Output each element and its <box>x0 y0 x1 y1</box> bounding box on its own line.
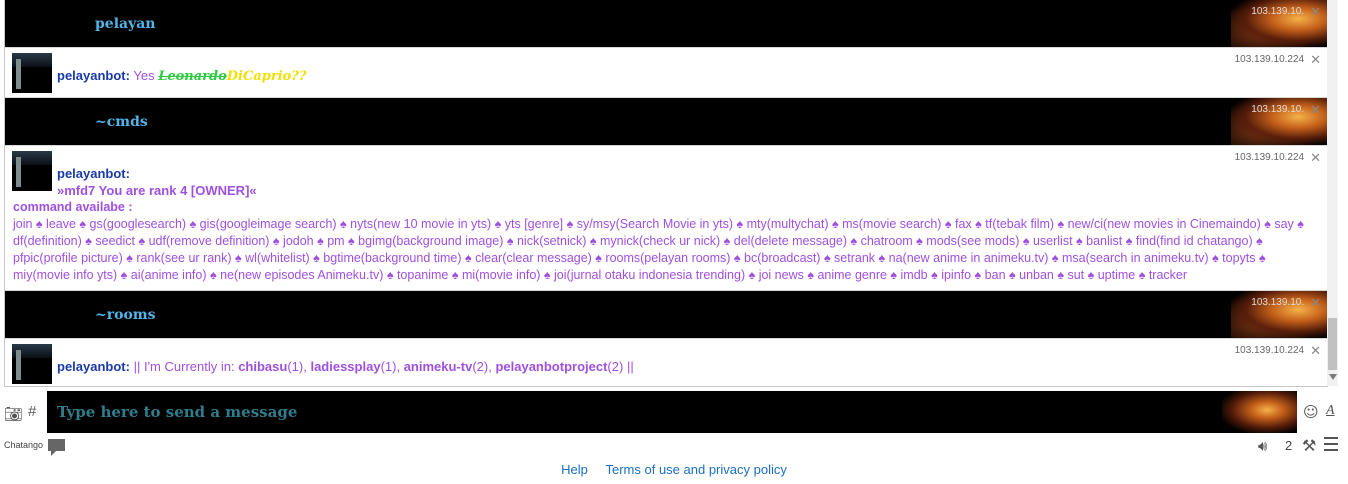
fancy-text-dicaprio: DiCaprio?? <box>226 69 307 84</box>
message-pelayan: pelayan 103.139.10. ✕ <box>5 0 1327 48</box>
font-icon[interactable]: A <box>1326 403 1335 419</box>
chat-bubble-icon[interactable] <box>48 439 65 456</box>
hashtag-button[interactable]: # <box>28 403 36 420</box>
message-cmds: ~cmds 103.139.10. ✕ <box>5 98 1327 146</box>
close-icon[interactable]: ✕ <box>1310 151 1321 164</box>
message-meta: 103.139.10. ✕ <box>1251 103 1321 116</box>
menu-icon[interactable] <box>1324 437 1338 455</box>
ip-address: 103.139.10.224 <box>1234 54 1305 65</box>
close-icon[interactable]: ✕ <box>1310 103 1321 116</box>
message-text: ~cmds <box>95 113 148 130</box>
message-meta: 103.139.10.224 ✕ <box>1234 344 1321 357</box>
message-bot-leonardo: 103.139.10.224 ✕ pelayanbot: Yes Leonard… <box>5 48 1327 98</box>
avatar[interactable] <box>12 53 52 93</box>
message-meta: 103.139.10. ✕ <box>1251 296 1321 309</box>
sender-nick[interactable]: pelayanbot: <box>57 359 130 374</box>
message-text: pelayan <box>95 15 156 32</box>
rank-line: »mfd7 You are rank 4 [OWNER]« <box>57 183 257 198</box>
message-meta: 103.139.10. ✕ <box>1251 5 1321 18</box>
rooms-prefix: || I'm Currently in: <box>133 359 235 374</box>
footer-links: Help Terms of use and privacy policy <box>0 462 1348 477</box>
ip-address: 103.139.10.224 <box>1234 152 1305 163</box>
message-bot-commands: 103.139.10.224 ✕ pelayanbot: »mfd7 You a… <box>5 146 1327 291</box>
avatar[interactable] <box>12 151 52 191</box>
room-count: (1), <box>380 359 401 374</box>
close-icon[interactable]: ✕ <box>1310 344 1321 357</box>
sender-nick[interactable]: pelayanbot: <box>57 165 1237 182</box>
room-count: (2), <box>472 359 492 374</box>
chatango-brand[interactable]: Chatango <box>4 440 43 450</box>
terms-link[interactable]: Terms of use and privacy policy <box>606 462 787 477</box>
scroll-down-arrow-icon[interactable] <box>1329 374 1337 380</box>
camera-icon[interactable]: 📷︎ <box>4 405 23 423</box>
chat-message-area[interactable]: pelayan 103.139.10. ✕ 103.139.10.224 ✕ p… <box>4 0 1328 387</box>
message-input[interactable] <box>47 391 1297 433</box>
room-name: animeku-tv <box>403 359 473 374</box>
room-count: (2) <box>607 359 624 374</box>
message-meta: 103.139.10.224 ✕ <box>1234 151 1321 164</box>
speaker-icon[interactable]: 🔊︎ <box>1258 437 1267 455</box>
chat-scrollbar[interactable] <box>1327 0 1338 386</box>
sender-nick[interactable]: pelayanbot: <box>57 68 130 83</box>
command-list-title: command availabe : <box>13 200 133 214</box>
ip-address: 103.139.10. <box>1251 297 1305 308</box>
hammer-icon[interactable]: ⚒ <box>1302 436 1316 455</box>
message-rooms: ~rooms 103.139.10. ✕ <box>5 291 1327 339</box>
command-list: join ♠ leave ♠ gs(googlesearch) ♠ gis(go… <box>13 217 1304 282</box>
room-name: chibasu <box>238 359 288 374</box>
fancy-text-leonardo: Leonardo <box>158 69 227 84</box>
ip-address: 103.139.10.224 <box>1234 345 1305 356</box>
user-count[interactable]: 2 <box>1285 438 1292 453</box>
avatar[interactable] <box>12 344 52 384</box>
message-input-bar: 📷︎ # ☺ A <box>0 391 1348 433</box>
smile-icon[interactable]: ☺ <box>1303 403 1319 421</box>
room-name: ladiessplay <box>310 359 381 374</box>
ip-address: 103.139.10. <box>1251 6 1305 17</box>
room-name: pelayanbotproject <box>495 359 608 374</box>
help-link[interactable]: Help <box>561 462 588 477</box>
message-text: ~rooms <box>95 306 156 323</box>
message-bot-rooms: 103.139.10.224 ✕ pelayanbot: || I'm Curr… <box>5 339 1327 386</box>
ip-address: 103.139.10. <box>1251 104 1305 115</box>
message-prefix: Yes <box>133 68 155 83</box>
close-icon[interactable]: ✕ <box>1310 53 1321 66</box>
chat-footer: Chatango Help Terms of use and privacy p… <box>0 436 1348 484</box>
rooms-suffix: || <box>626 359 634 374</box>
close-icon[interactable]: ✕ <box>1310 296 1321 309</box>
scrollbar-thumb[interactable] <box>1328 318 1337 370</box>
message-meta: 103.139.10.224 ✕ <box>1234 53 1321 66</box>
close-icon[interactable]: ✕ <box>1310 5 1321 18</box>
room-count: (1), <box>287 359 307 374</box>
